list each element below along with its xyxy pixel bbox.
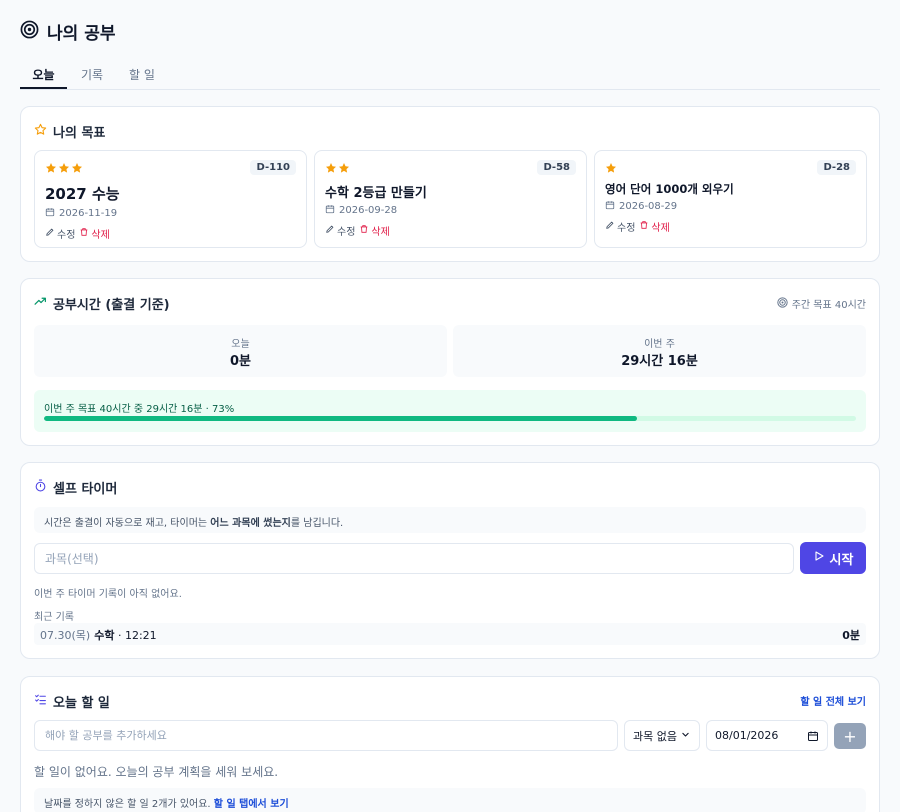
page-title: 나의 공부 bbox=[47, 23, 116, 44]
tab-bar: 오늘 기록 할 일 bbox=[20, 60, 880, 90]
star-icon bbox=[58, 162, 70, 177]
delete-goal-button[interactable]: 삭제 bbox=[639, 219, 670, 234]
goal-card: D-28 영어 단어 1000개 외우기 2026-08-29 수정 삭제 bbox=[594, 150, 867, 248]
timer-empty-text: 이번 주 타이머 기록이 아직 없어요. bbox=[34, 589, 182, 600]
goal-date: 2026-11-19 bbox=[45, 207, 117, 220]
goal-actions: 수정 삭제 bbox=[605, 219, 670, 234]
view-in-todo-tab-link[interactable]: 할 일 탭에서 보기 bbox=[214, 799, 289, 810]
tab-today[interactable]: 오늘 bbox=[20, 60, 67, 89]
goal-name: 영어 단어 1000개 외우기 bbox=[605, 182, 734, 196]
pencil-icon bbox=[325, 224, 335, 237]
progress-fill bbox=[44, 416, 637, 421]
pencil-icon bbox=[605, 220, 615, 233]
weekly-progress: 이번 주 목표 40시간 중 29시간 16분 · 73% bbox=[34, 390, 866, 432]
record-duration: 0분 bbox=[842, 629, 860, 642]
add-todo-button[interactable]: + bbox=[834, 723, 866, 749]
calendar-icon bbox=[807, 730, 819, 745]
calendar-icon bbox=[605, 200, 615, 213]
goal-name: 수학 2등급 만들기 bbox=[325, 186, 427, 201]
study-time-title: 공부시간 (출결 기준) bbox=[34, 294, 170, 313]
goal-stars bbox=[605, 162, 617, 177]
weekly-goal-label: 주간 목표 40시간 bbox=[777, 296, 866, 311]
star-icon bbox=[71, 162, 83, 177]
todo-date-input[interactable]: 08/01/2026 bbox=[706, 720, 828, 751]
undated-todos-note: 날짜를 정하지 않은 할 일 2개가 있어요. 할 일 탭에서 보기 bbox=[34, 788, 866, 812]
checklist-icon bbox=[34, 693, 47, 710]
trash-icon bbox=[639, 220, 649, 233]
goal-card: D-110 2027 수능 2026-11-19 수정 삭제 bbox=[34, 150, 307, 248]
tab-records[interactable]: 기록 bbox=[67, 60, 117, 89]
progress-track bbox=[44, 416, 856, 421]
todo-empty-text: 할 일이 없어요. 오늘의 공부 계획을 세워 보세요. bbox=[34, 765, 279, 779]
study-time-card: 공부시간 (출결 기준) 주간 목표 40시간 오늘 0분 이번 주 29시간 … bbox=[20, 278, 880, 446]
calendar-icon bbox=[325, 204, 335, 217]
target-icon bbox=[20, 20, 39, 42]
delete-goal-button[interactable]: 삭제 bbox=[359, 223, 390, 238]
delete-goal-button[interactable]: 삭제 bbox=[79, 226, 110, 241]
star-icon bbox=[605, 162, 617, 177]
today-todo-card: 오늘 할 일 할 일 전체 보기 과목 없음 08/01/2026 + 할 일이… bbox=[20, 676, 880, 812]
dday-badge: D-110 bbox=[250, 160, 296, 175]
goal-card: D-58 수학 2등급 만들기 2026-09-28 수정 삭제 bbox=[314, 150, 587, 248]
start-timer-button[interactable]: 시작 bbox=[800, 542, 866, 574]
recent-records-label: 최근 기록 bbox=[34, 612, 74, 623]
stopwatch-icon bbox=[34, 479, 47, 496]
goal-date: 2026-08-29 bbox=[605, 200, 677, 213]
todo-input[interactable] bbox=[34, 720, 618, 751]
week-stat: 이번 주 29시간 16분 bbox=[453, 325, 866, 377]
progress-text: 이번 주 목표 40시간 중 29시간 16분 · 73% bbox=[44, 404, 235, 415]
page-header: 나의 공부 bbox=[20, 20, 116, 44]
target-icon bbox=[777, 296, 788, 311]
today-stat: 오늘 0분 bbox=[34, 325, 447, 377]
dday-badge: D-58 bbox=[537, 160, 576, 175]
goal-stars bbox=[325, 162, 350, 177]
see-all-todos-link[interactable]: 할 일 전체 보기 bbox=[800, 693, 866, 708]
goal-date: 2026-09-28 bbox=[325, 204, 397, 217]
dday-badge: D-28 bbox=[817, 160, 856, 175]
star-icon bbox=[338, 162, 350, 177]
tab-todo[interactable]: 할 일 bbox=[117, 60, 167, 89]
edit-goal-button[interactable]: 수정 bbox=[325, 223, 355, 238]
today-study-time: 0분 bbox=[229, 354, 251, 369]
subject-input[interactable] bbox=[34, 543, 794, 574]
goals-card: 나의 목표 D-110 2027 수능 2026-11-19 수정 삭제 D-5… bbox=[20, 106, 880, 262]
trash-icon bbox=[359, 224, 369, 237]
trash-icon bbox=[79, 227, 89, 240]
goals-title: 나의 목표 bbox=[34, 122, 105, 141]
goal-name: 2027 수능 bbox=[45, 185, 120, 203]
timer-note: 시간은 출결이 자동으로 재고, 타이머는 어느 과목에 썼는지를 남깁니다. bbox=[34, 507, 866, 533]
recent-record-row: 07.30(목) 수학 · 12:21 0분 bbox=[34, 623, 866, 645]
trending-up-icon bbox=[34, 295, 47, 312]
star-icon bbox=[325, 162, 337, 177]
calendar-icon bbox=[45, 207, 55, 220]
goal-actions: 수정 삭제 bbox=[45, 226, 110, 241]
week-study-time: 29시간 16분 bbox=[621, 354, 698, 369]
todo-subject-select[interactable]: 과목 없음 bbox=[624, 720, 700, 751]
goal-stars bbox=[45, 162, 83, 177]
star-outline-icon bbox=[34, 123, 47, 140]
pencil-icon bbox=[45, 227, 55, 240]
edit-goal-button[interactable]: 수정 bbox=[45, 226, 75, 241]
star-icon bbox=[45, 162, 57, 177]
goal-actions: 수정 삭제 bbox=[325, 223, 390, 238]
self-timer-title: 셀프 타이머 bbox=[34, 478, 117, 497]
play-icon bbox=[813, 550, 825, 566]
chevron-down-icon bbox=[681, 729, 690, 742]
today-todo-title: 오늘 할 일 bbox=[34, 692, 110, 711]
self-timer-card: 셀프 타이머 시간은 출결이 자동으로 재고, 타이머는 어느 과목에 썼는지를… bbox=[20, 462, 880, 659]
edit-goal-button[interactable]: 수정 bbox=[605, 219, 635, 234]
